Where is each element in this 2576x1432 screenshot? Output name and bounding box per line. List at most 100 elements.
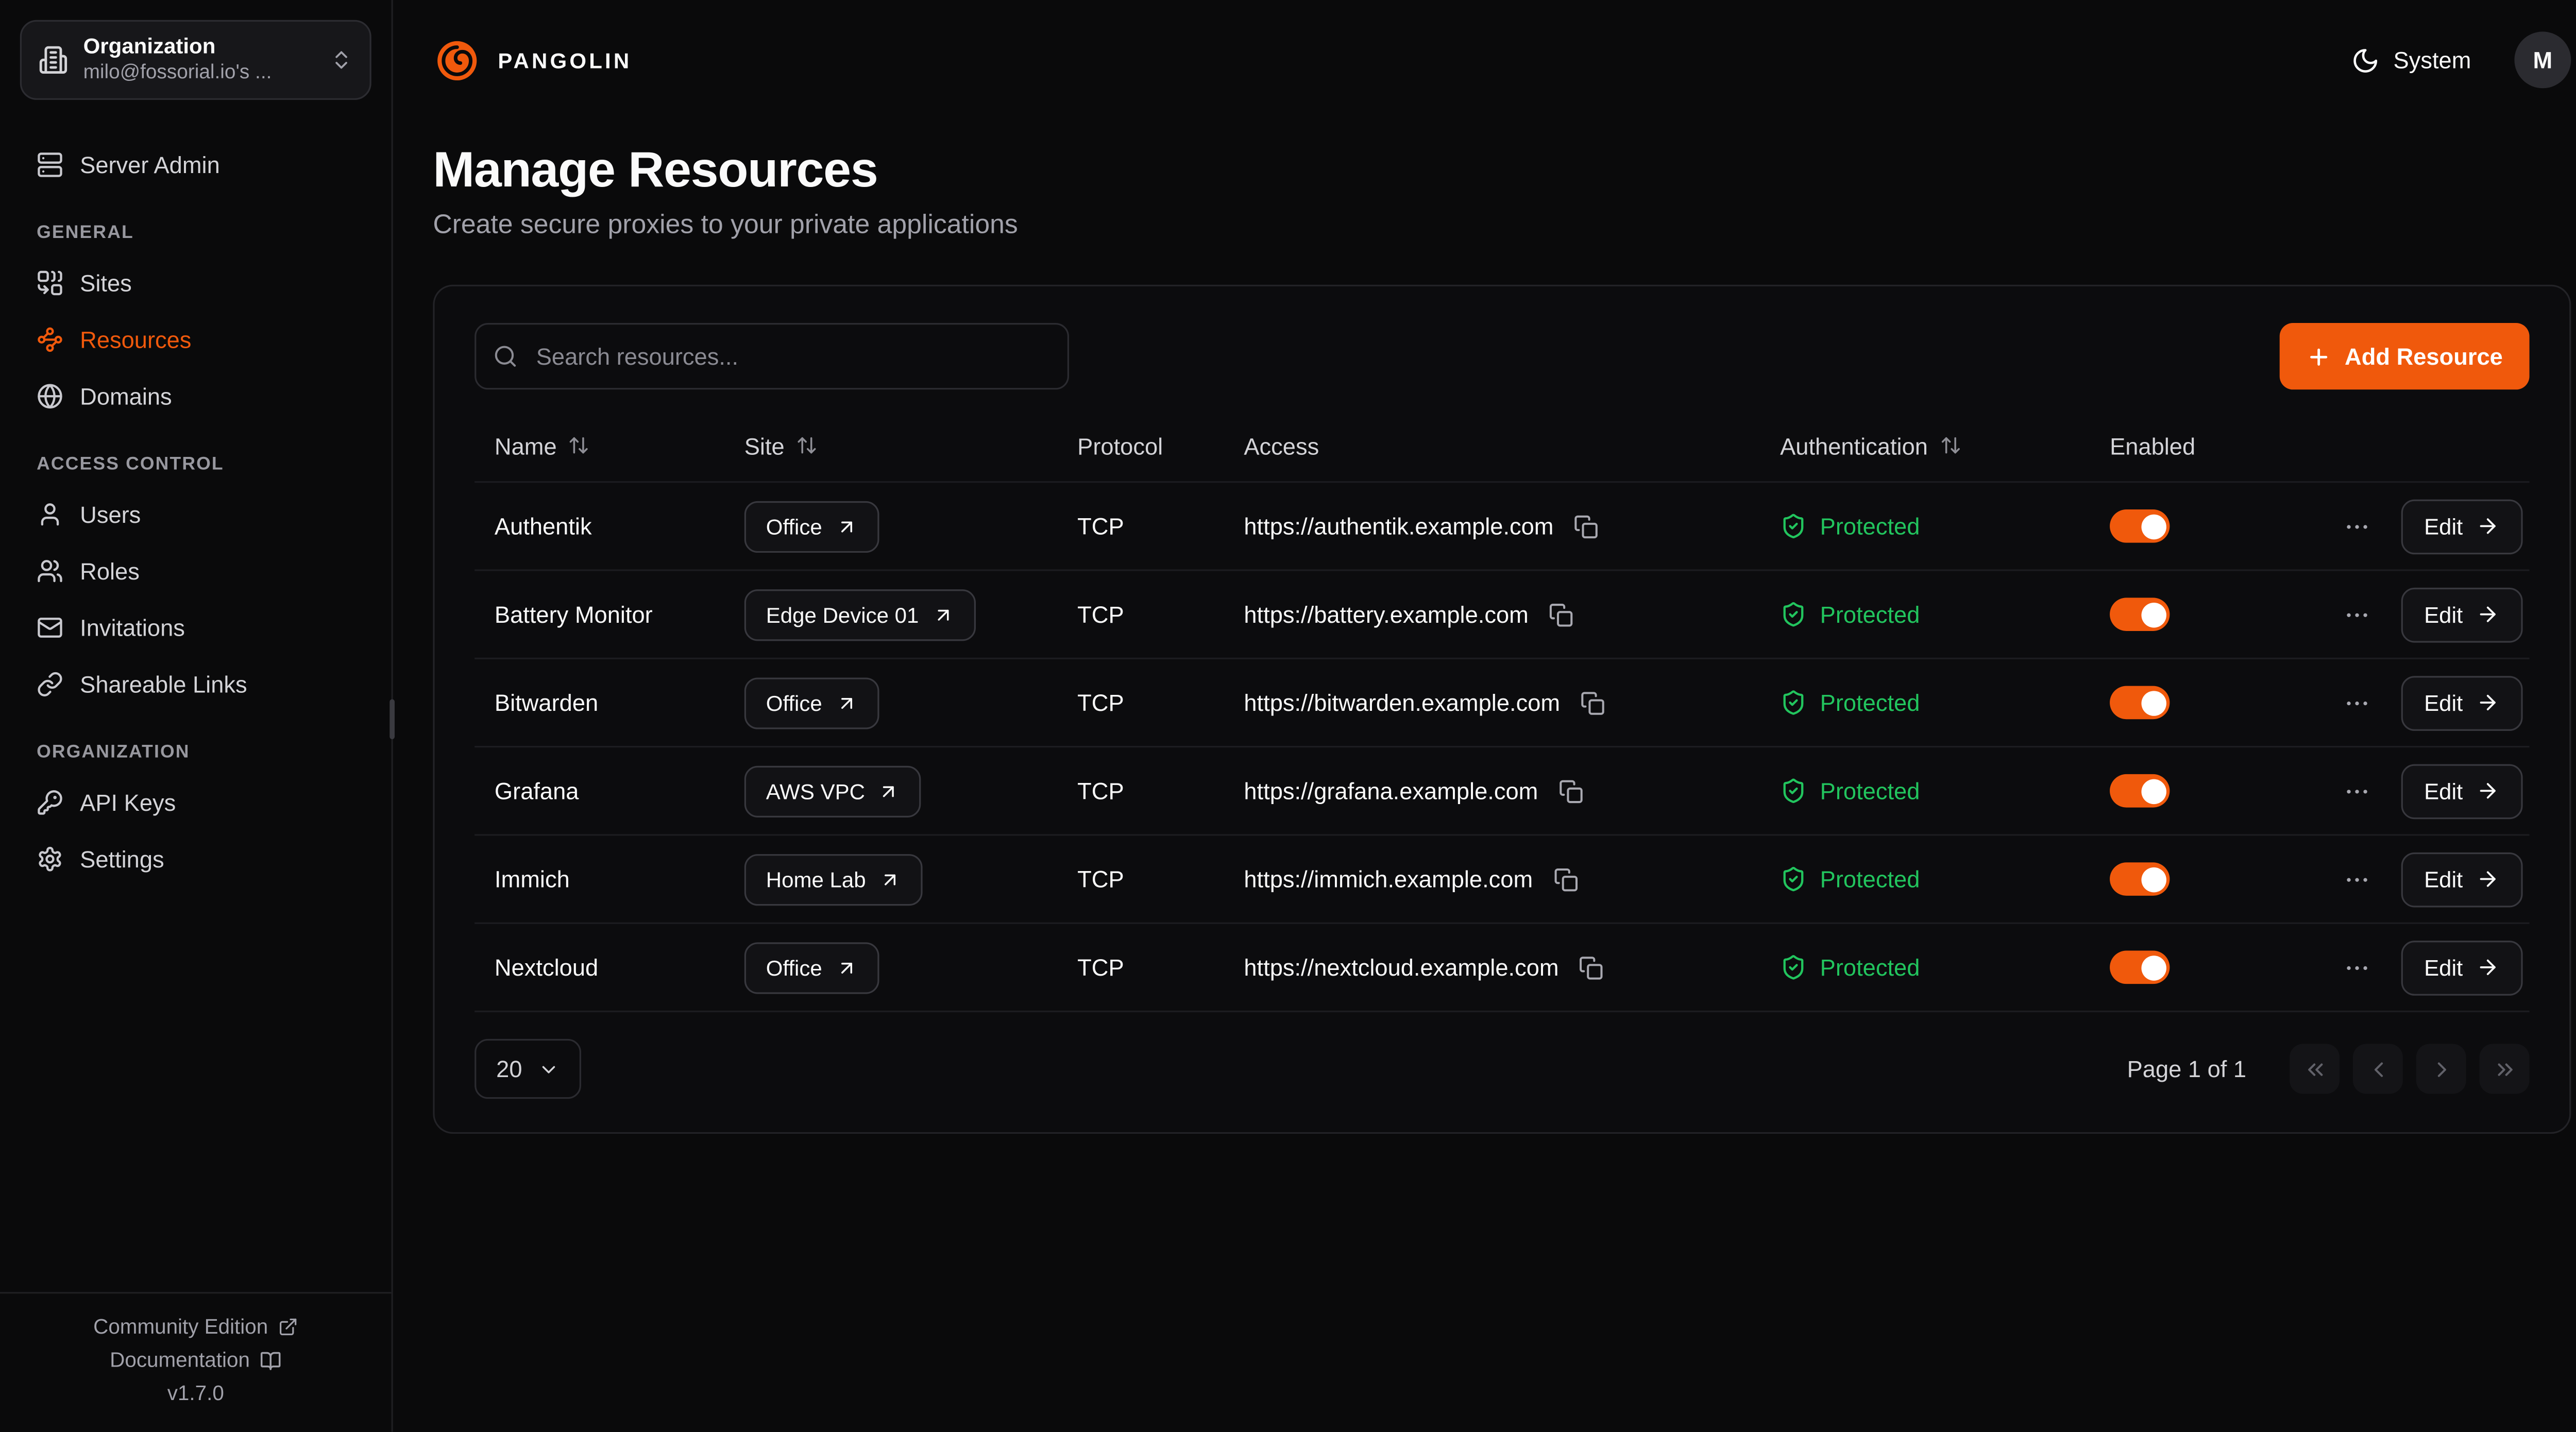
resources-table-body: Authentik Office TCP https://authentik.e…: [474, 483, 2529, 1012]
edit-button-label: Edit: [2424, 955, 2463, 980]
community-edition-label: Community Edition: [93, 1315, 268, 1338]
sidebar-item-resources[interactable]: Resources: [20, 311, 371, 368]
column-header-authentication[interactable]: Authentication: [1760, 432, 2090, 459]
copy-url-button[interactable]: [1555, 775, 1586, 807]
plus-icon: [2307, 344, 2331, 368]
sidebar-item-domains[interactable]: Domains: [20, 368, 371, 424]
next-page-button[interactable]: [2416, 1044, 2466, 1094]
sidebar-resize-handle[interactable]: [389, 699, 395, 739]
sidebar-item-label: Settings: [80, 845, 164, 872]
sidebar-item-roles[interactable]: Roles: [20, 542, 371, 599]
enabled-toggle[interactable]: [2110, 509, 2170, 543]
external-link-icon: [278, 1317, 298, 1337]
waypoints-icon: [37, 326, 63, 353]
resource-url: https://grafana.example.com: [1244, 777, 1538, 804]
sidebar-item-users[interactable]: Users: [20, 486, 371, 542]
auth-status-badge: Protected: [1760, 866, 2090, 893]
community-edition-link[interactable]: Community Edition: [13, 1315, 378, 1338]
edit-button[interactable]: Edit: [2401, 940, 2523, 995]
page-size-select[interactable]: 20: [474, 1039, 580, 1099]
edit-button-label: Edit: [2424, 602, 2463, 626]
sidebar-item-api-keys[interactable]: API Keys: [20, 774, 371, 830]
chevron-left-icon: [2365, 1056, 2390, 1081]
brand[interactable]: PANGOLIN: [433, 36, 632, 84]
documentation-link[interactable]: Documentation: [13, 1349, 378, 1372]
edit-button[interactable]: Edit: [2401, 675, 2523, 730]
first-page-button[interactable]: [2290, 1044, 2340, 1094]
sidebar-item-server-admin[interactable]: Server Admin: [20, 137, 371, 193]
enabled-toggle[interactable]: [2110, 862, 2170, 896]
org-title: Organization: [83, 33, 315, 61]
toggle-knob: [2141, 866, 2165, 891]
arrow-up-right-icon: [836, 957, 857, 978]
resource-protocol: TCP: [1057, 866, 1224, 893]
site-link-button[interactable]: Office: [744, 500, 879, 552]
ellipsis-icon: [2343, 953, 2371, 981]
theme-toggle[interactable]: System: [2338, 36, 2484, 84]
sort-icon: [568, 435, 590, 456]
page-head: Manage Resources Create secure proxies t…: [433, 143, 2571, 242]
org-subtitle: milo@fossorial.io's ...: [83, 60, 315, 86]
enabled-toggle[interactable]: [2110, 774, 2170, 808]
enabled-toggle[interactable]: [2110, 686, 2170, 720]
sidebar-footer: Community Edition Documentation v1.7.0: [0, 1292, 392, 1431]
edit-button[interactable]: Edit: [2401, 851, 2523, 907]
sidebar-item-invitations[interactable]: Invitations: [20, 599, 371, 656]
sidebar-item-settings[interactable]: Settings: [20, 830, 371, 887]
enabled-toggle[interactable]: [2110, 951, 2170, 984]
mail-icon: [37, 614, 63, 641]
edit-button-label: Edit: [2424, 514, 2463, 538]
search-input[interactable]: [474, 323, 1069, 389]
row-menu-button[interactable]: [2339, 862, 2374, 897]
resource-name: Battery Monitor: [474, 601, 724, 628]
edit-button[interactable]: Edit: [2401, 587, 2523, 642]
row-menu-button[interactable]: [2339, 508, 2374, 543]
chevrons-right-icon: [2492, 1056, 2517, 1081]
copy-url-button[interactable]: [1545, 599, 1577, 630]
site-link-button[interactable]: Office: [744, 677, 879, 728]
copy-url-button[interactable]: [1577, 687, 1608, 718]
arrow-up-right-icon: [836, 692, 857, 713]
key-icon: [37, 789, 63, 816]
users-icon: [37, 557, 63, 584]
copy-url-button[interactable]: [1570, 510, 1602, 542]
toggle-knob: [2141, 778, 2165, 803]
site-link-button[interactable]: Home Lab: [744, 853, 923, 905]
sidebar-item-shareable-links[interactable]: Shareable Links: [20, 656, 371, 712]
resource-url: https://bitwarden.example.com: [1244, 689, 1560, 716]
server-icon: [37, 151, 63, 178]
enabled-toggle[interactable]: [2110, 598, 2170, 631]
column-label: Enabled: [2110, 432, 2195, 459]
edit-button[interactable]: Edit: [2401, 763, 2523, 819]
prev-page-button[interactable]: [2353, 1044, 2403, 1094]
sidebar-item-sites[interactable]: Sites: [20, 254, 371, 311]
copy-url-button[interactable]: [1575, 951, 1607, 983]
auth-status-badge: Protected: [1760, 601, 2090, 628]
table-row: Battery Monitor Edge Device 01 TCP https…: [474, 571, 2529, 659]
add-resource-button[interactable]: Add Resource: [2280, 323, 2530, 389]
resource-name: Bitwarden: [474, 689, 724, 716]
site-link-button[interactable]: Edge Device 01: [744, 589, 976, 640]
last-page-button[interactable]: [2480, 1044, 2530, 1094]
arrow-up-right-icon: [836, 515, 857, 537]
org-picker[interactable]: Organization milo@fossorial.io's ...: [20, 20, 371, 100]
copy-url-button[interactable]: [1549, 863, 1581, 895]
row-menu-button[interactable]: [2339, 597, 2374, 632]
shield-check-icon: [1780, 513, 1807, 539]
resource-name: Authentik: [474, 513, 724, 539]
shield-check-icon: [1780, 777, 1807, 804]
site-link-button[interactable]: Office: [744, 942, 879, 993]
row-menu-button[interactable]: [2339, 950, 2374, 985]
ellipsis-icon: [2343, 777, 2371, 805]
column-header-site[interactable]: Site: [724, 432, 1057, 459]
avatar[interactable]: M: [2514, 31, 2571, 88]
row-menu-button[interactable]: [2339, 773, 2374, 808]
edit-button-label: Edit: [2424, 690, 2463, 715]
column-header-name[interactable]: Name: [474, 432, 724, 459]
resources-card: Add Resource Name Site Protocol Access A…: [433, 285, 2571, 1134]
sort-icon: [1940, 435, 1961, 456]
site-link-button[interactable]: AWS VPC: [744, 765, 922, 816]
auth-status-badge: Protected: [1760, 513, 2090, 539]
edit-button[interactable]: Edit: [2401, 499, 2523, 554]
row-menu-button[interactable]: [2339, 685, 2374, 720]
